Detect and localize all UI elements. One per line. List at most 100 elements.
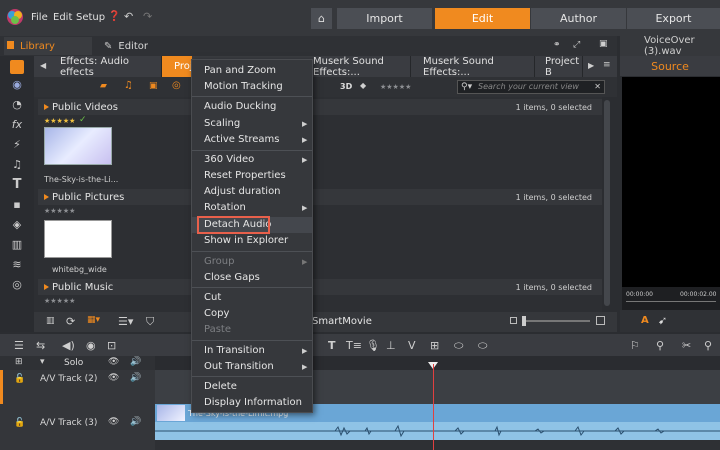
tab-scroll-left-icon[interactable]: ◀ [40,61,46,70]
fit-icon[interactable]: ✂ [682,339,691,352]
menu-edit[interactable]: Edit [53,12,72,23]
tab-project-b[interactable]: Project B [535,56,583,78]
disc-category-icon[interactable]: ◉ [10,78,24,92]
dynamic-icon[interactable]: ⬭ [478,339,487,353]
visibility-icon[interactable]: 👁 [108,373,119,383]
menu-scaling[interactable]: Scaling [204,118,240,129]
folder-icon[interactable]: ⛉ [146,315,154,329]
preview-screen[interactable] [622,77,720,287]
grid-view-icon[interactable]: ▦▾ [87,315,100,325]
zoom-small-icon[interactable] [510,317,517,324]
playhead-line[interactable] [433,364,434,450]
tab-muserk-2[interactable]: Muserk Sound Effects:... [411,56,535,78]
menu-audio-ducking[interactable]: Audio Ducking [204,101,276,112]
marker-v-icon[interactable]: V [408,339,416,352]
subtitle-tool-icon[interactable]: T≡ [346,339,362,352]
menu-360-video[interactable]: 360 Video [204,154,254,165]
author-button[interactable]: Author [531,8,626,29]
menu-close-gaps[interactable]: Close Gaps [204,272,260,283]
clean-icon[interactable]: ▥ [46,316,55,326]
track-3-label[interactable]: A/V Track (3) [40,418,97,428]
visibility-all-icon[interactable]: 👁 [108,357,119,367]
menu-delete[interactable]: Delete [204,381,237,392]
piano-category-icon[interactable]: ▥ [10,238,24,252]
help-icon[interactable]: ❓ [108,11,120,22]
menu-in-transition[interactable]: In Transition [204,345,265,356]
mic-icon[interactable]: 🎙 [366,339,380,352]
title-tool-icon[interactable]: T [328,339,336,352]
header-tools-icon[interactable]: ▾ [40,357,45,367]
lock-icon[interactable]: 🔓 [14,418,25,428]
edit-button[interactable]: Edit [435,8,530,29]
music-category-icon[interactable]: ♫ [10,158,24,172]
3d-filter[interactable]: 3D [340,82,352,91]
home-button[interactable]: ⌂ [311,8,332,29]
menu-cut[interactable]: Cut [204,292,221,303]
menu-motion-tracking[interactable]: Motion Tracking [204,81,283,92]
tab-source[interactable]: Source [620,56,720,76]
visibility-icon[interactable]: 👁 [108,417,119,427]
tab-list-icon[interactable]: ≡ [603,60,611,70]
speaker-icon[interactable]: 🔊 [130,373,141,383]
redo-icon[interactable]: ↷ [143,10,152,23]
video-filter-icon[interactable]: ▰ [100,81,107,91]
menu-copy[interactable]: Copy [204,308,229,319]
zoom-large-icon[interactable] [596,316,605,325]
tab-library[interactable]: Library [4,37,92,55]
import-button[interactable]: Import [337,8,432,29]
dvd-category-icon[interactable]: ◎ [10,278,24,292]
tab-editor[interactable]: ✎ Editor [104,37,184,55]
expand-icon[interactable]: ⤢ [573,40,580,50]
montage-category-icon[interactable]: ◈ [10,218,24,232]
music-rating-stars[interactable]: ★★★★★ [44,297,75,305]
video-rating-stars[interactable]: ★★★★★ [44,117,75,125]
transition-category-icon[interactable]: ⚡ [10,138,24,152]
project-filter-icon[interactable]: ◎ [172,80,181,91]
section-public-pictures[interactable]: Public Pictures 1 items, 0 selected [38,189,602,205]
export-button[interactable]: Export [627,8,720,29]
tab-project[interactable]: Proj [162,56,193,77]
tag-filter-icon[interactable]: ◆ [360,81,366,90]
sound-category-icon[interactable]: ≋ [10,258,24,272]
photo-filter-icon[interactable]: ▣ [149,81,158,91]
track-2-label[interactable]: A/V Track (2) [40,374,97,384]
media-category-icon[interactable] [10,60,24,74]
audio-filter-icon[interactable]: ♫ [124,80,133,91]
timeline-link-icon[interactable]: ⇆ [36,339,45,352]
refresh-icon[interactable]: ⟳ [66,315,75,328]
menu-show-in-explorer[interactable]: Show in Explorer [204,235,288,246]
razor-icon[interactable]: ⊞ [430,339,439,352]
split-icon[interactable]: ⊥ [386,339,396,352]
section-public-music[interactable]: Public Music 1 items, 0 selected [38,279,602,295]
menu-display-information[interactable]: Display Information [204,397,302,408]
solo-label[interactable]: Solo [64,358,83,368]
zoom-timeline-icon[interactable]: ⚲ [656,339,664,352]
thumbnail-size-slider[interactable] [522,316,590,326]
library-scrollbar[interactable] [604,100,610,306]
title-category-icon[interactable]: T [10,178,24,192]
timeline-menu-icon[interactable]: ☰ [14,339,24,352]
menu-reset-properties[interactable]: Reset Properties [204,170,286,181]
slider-handle[interactable] [522,316,526,326]
timeline-record-icon[interactable]: ◉ [86,339,96,352]
audio-all-icon[interactable]: 🔊 [130,357,141,367]
menu-setup[interactable]: Setup [76,12,105,23]
layout-icon[interactable]: ▣ [599,39,608,49]
rating-filter-stars[interactable]: ★★★★★ [380,83,411,91]
overlay-category-icon[interactable]: ▪ [10,198,24,212]
lock-icon[interactable]: 🔓 [14,374,25,384]
timeline-snapshot-icon[interactable]: ⊡ [107,339,116,352]
tab-muserk-1[interactable]: Muserk Sound Effects:... [303,56,411,78]
smartmovie-button[interactable]: SmartMovie [312,316,372,327]
speaker-icon[interactable]: 🔊 [130,417,141,427]
marker-icon[interactable]: ⚐ [630,339,640,352]
tab-audio-effects[interactable]: Effects: Audio effects [50,56,162,78]
eraser-icon[interactable]: ⬭ [454,339,463,353]
video-thumbnail[interactable] [44,127,112,165]
project-category-icon[interactable]: ◔ [10,98,24,112]
picture-thumbnail[interactable] [44,220,112,258]
undo-icon[interactable]: ↶ [124,10,133,23]
menu-rotation[interactable]: Rotation [204,202,246,213]
clear-search-icon[interactable]: ✕ [594,81,601,93]
audio-a-icon[interactable]: A [641,315,649,326]
